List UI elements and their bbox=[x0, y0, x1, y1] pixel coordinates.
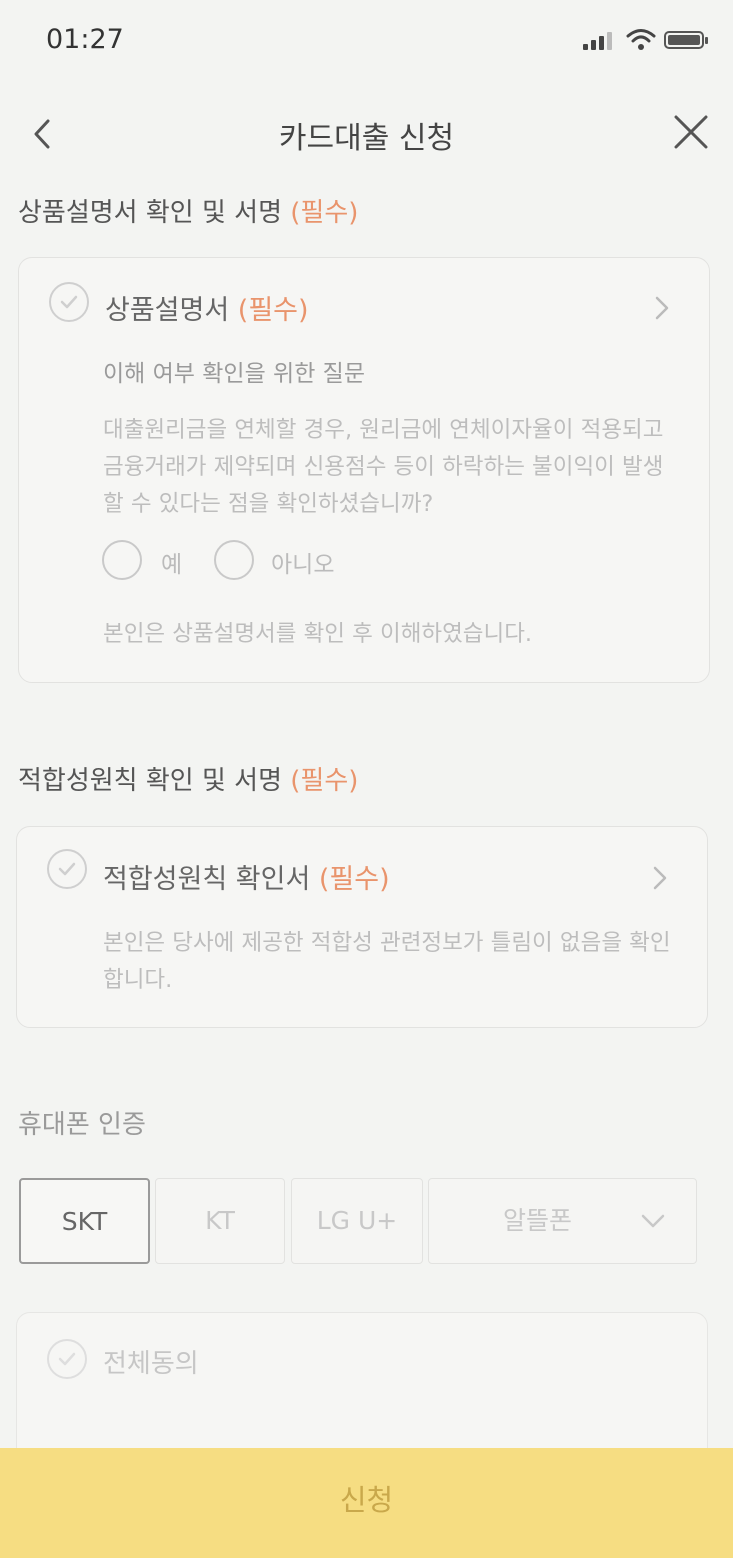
suitability-card: 적합성원칙 확인서 (필수) 본인은 당사에 제공한 적합성 관련정보가 틀림이… bbox=[16, 826, 708, 1028]
app-header: 카드대출 신청 bbox=[0, 95, 733, 175]
chevron-right-icon[interactable] bbox=[651, 865, 669, 891]
yes-label: 예 bbox=[161, 552, 183, 578]
close-button[interactable] bbox=[670, 111, 712, 153]
chevron-down-icon bbox=[641, 1214, 665, 1228]
yes-radio[interactable] bbox=[102, 540, 142, 580]
no-radio[interactable] bbox=[214, 540, 254, 580]
carrier-skt-button[interactable]: SKT bbox=[19, 1178, 150, 1264]
mvno-dropdown[interactable]: 알뜰폰 bbox=[428, 1178, 697, 1264]
status-bar: 01:27 bbox=[0, 0, 733, 80]
agree-all-label: 전체동의 bbox=[103, 1349, 199, 1379]
apply-button[interactable]: 신청 bbox=[0, 1448, 733, 1558]
question-text: 대출원리금을 연체할 경우, 원리금에 연체이자율이 적용되고 금융거래가 제약… bbox=[103, 417, 664, 517]
question-title: 이해 여부 확인을 위한 질문 bbox=[103, 361, 366, 387]
product-description-card: 상품설명서 (필수) 이해 여부 확인을 위한 질문 대출원리금을 연체할 경우… bbox=[18, 257, 710, 683]
page-title: 카드대출 신청 bbox=[278, 121, 455, 156]
product-confirm-text: 본인은 상품설명서를 확인 후 이해하였습니다. bbox=[103, 621, 533, 647]
wifi-icon bbox=[626, 28, 656, 52]
carrier-kt-button[interactable]: KT bbox=[155, 1178, 285, 1264]
close-icon bbox=[674, 115, 708, 149]
battery-icon bbox=[664, 31, 708, 49]
agree-all-checkbox[interactable] bbox=[47, 1339, 87, 1379]
signal-icon bbox=[583, 32, 613, 50]
product-section-title: 상품설명서 확인 및 서명 (필수) bbox=[18, 198, 359, 228]
required-badge: (필수) bbox=[290, 766, 359, 796]
check-circle-icon[interactable] bbox=[47, 849, 87, 889]
phone-verification-title: 휴대폰 인증 bbox=[18, 1110, 146, 1140]
suitability-confirmation-link[interactable]: 적합성원칙 확인서 (필수) bbox=[103, 857, 390, 896]
product-description-link[interactable]: 상품설명서 (필수) bbox=[105, 288, 309, 327]
status-time: 01:27 bbox=[46, 24, 124, 55]
suitability-section-title: 적합성원칙 확인 및 서명 (필수) bbox=[18, 766, 359, 796]
check-circle-icon[interactable] bbox=[49, 282, 89, 322]
required-badge: (필수) bbox=[290, 198, 359, 228]
carrier-lgu-button[interactable]: LG U+ bbox=[291, 1178, 423, 1264]
chevron-right-icon[interactable] bbox=[653, 295, 671, 321]
suitability-confirm-text: 본인은 당사에 제공한 적합성 관련정보가 틀림이 없음을 확인합니다. bbox=[103, 930, 671, 993]
mvno-label: 알뜰폰 bbox=[502, 1206, 572, 1235]
no-label: 아니오 bbox=[271, 552, 335, 578]
